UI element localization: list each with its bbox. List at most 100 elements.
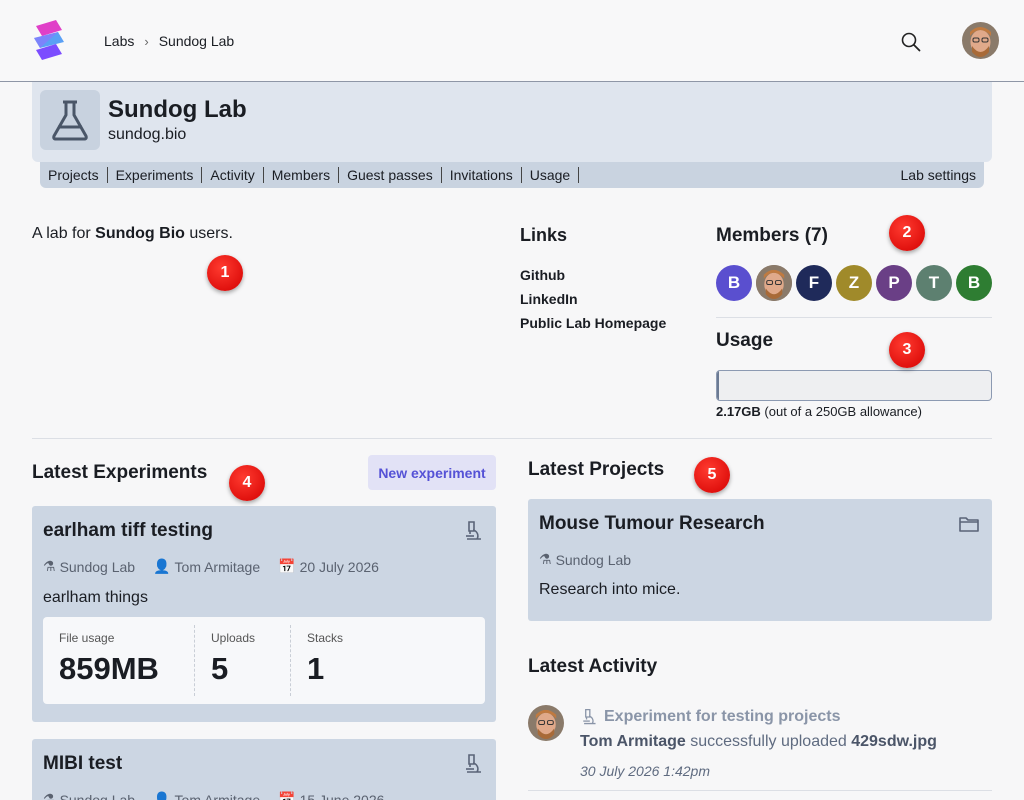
description-suffix: users.: [184, 225, 233, 242]
activity-experiment-name[interactable]: Experiment for testing projects: [604, 708, 841, 726]
microscope-icon: [583, 708, 596, 725]
experiment-date: 20 July 2026: [299, 558, 379, 575]
usage-used: 2.17GB: [716, 404, 761, 419]
annotation-marker-4: 4: [229, 465, 265, 501]
lab-settings-link[interactable]: Lab settings: [901, 167, 985, 183]
tab-members[interactable]: Members: [264, 167, 340, 183]
usage-allowance: (out of a 250GB allowance): [760, 404, 922, 419]
experiment-lab: Sundog Lab: [59, 558, 136, 575]
link-homepage[interactable]: Public Lab Homepage: [520, 314, 666, 338]
members-heading: Members (7): [716, 225, 828, 246]
experiment-meta: ⚗ Sundog Lab 👤 Tom Armitage 📅 15 June 2026: [43, 791, 384, 800]
description-prefix: A lab for: [32, 225, 96, 242]
project-description: Research into mice.: [539, 581, 681, 598]
experiment-description: earlham things: [43, 589, 148, 606]
member-avatar[interactable]: F: [796, 265, 832, 301]
tab-guest-passes[interactable]: Guest passes: [339, 167, 442, 183]
experiment-stats: File usage 859MB Uploads 5 Stacks 1: [43, 617, 485, 704]
annotation-marker-1: 1: [207, 255, 243, 291]
divider: [716, 317, 992, 318]
experiment-owner: Tom Armitage: [174, 791, 261, 800]
annotation-marker-3: 3: [889, 332, 925, 368]
lab-name: Sundog Lab: [108, 96, 247, 123]
stat-value: 5: [211, 651, 229, 686]
experiment-title[interactable]: MIBI test: [43, 753, 122, 775]
lab-domain: sundog.bio: [108, 126, 187, 143]
flask-icon: ⚗: [539, 551, 552, 567]
project-card[interactable]: Mouse Tumour Research ⚗ Sundog Lab Resear…: [528, 499, 992, 621]
lab-nav: Projects Experiments Activity Members Gu…: [40, 162, 984, 188]
stat-label: Stacks: [307, 631, 344, 645]
activity-experiment-link[interactable]: Experiment for testing projects: [580, 708, 841, 726]
usage-heading: Usage: [716, 330, 774, 351]
tab-projects[interactable]: Projects: [40, 167, 108, 183]
link-linkedin[interactable]: LinkedIn: [520, 290, 666, 314]
activity-file[interactable]: 429sdw.jpg: [851, 733, 937, 750]
breadcrumb: Labs › Sundog Lab: [104, 33, 234, 49]
activity-heading: Latest Activity: [528, 656, 658, 677]
project-lab: Sundog Lab: [555, 551, 632, 568]
experiment-title[interactable]: earlham tiff testing: [43, 520, 213, 542]
experiment-lab: Sundog Lab: [59, 791, 136, 800]
stat-label: File usage: [59, 631, 115, 645]
stat-file-usage: File usage 859MB: [43, 625, 195, 696]
member-avatar[interactable]: B: [956, 265, 992, 301]
projects-heading: Latest Projects: [528, 459, 665, 480]
search-icon[interactable]: [900, 31, 922, 53]
stat-stacks: Stacks 1: [291, 625, 411, 696]
stat-value: 859MB: [59, 651, 159, 686]
activity-user[interactable]: Tom Armitage: [580, 733, 686, 750]
members-avatars: BFZPTB: [716, 265, 996, 301]
member-avatar[interactable]: P: [876, 265, 912, 301]
user-icon: 👤: [153, 558, 171, 574]
links-list: Github LinkedIn Public Lab Homepage: [520, 266, 666, 338]
member-avatar[interactable]: B: [716, 265, 752, 301]
breadcrumb-current[interactable]: Sundog Lab: [159, 33, 235, 49]
flask-icon: ⚗: [43, 558, 56, 574]
top-bar: Labs › Sundog Lab: [0, 0, 1024, 82]
tab-activity[interactable]: Activity: [202, 167, 264, 183]
member-avatar[interactable]: [756, 265, 792, 301]
microscope-icon: [466, 754, 481, 773]
flask-icon: ⚗: [43, 791, 56, 800]
stat-uploads: Uploads 5: [195, 625, 291, 696]
activity-text: Tom Armitage successfully uploaded 429sd…: [580, 733, 937, 751]
new-experiment-button[interactable]: New experiment: [368, 455, 496, 490]
divider: [32, 438, 992, 439]
member-avatar[interactable]: Z: [836, 265, 872, 301]
experiment-card[interactable]: earlham tiff testing ⚗ Sundog Lab 👤 Tom Ar…: [32, 506, 496, 722]
app-logo-icon[interactable]: [32, 18, 66, 64]
usage-bar-fill: [717, 371, 720, 400]
breadcrumb-labs-link[interactable]: Labs: [104, 33, 134, 49]
lab-description: A lab for Sundog Bio users.: [32, 225, 233, 243]
member-avatar[interactable]: T: [916, 265, 952, 301]
tab-usage[interactable]: Usage: [522, 167, 580, 183]
annotation-marker-5: 5: [694, 457, 730, 493]
project-title[interactable]: Mouse Tumour Research: [539, 513, 765, 535]
experiment-meta: ⚗ Sundog Lab 👤 Tom Armitage 📅 20 July 2026: [43, 558, 379, 575]
usage-bar: [716, 370, 992, 401]
experiment-owner: Tom Armitage: [174, 558, 261, 575]
folder-icon: [959, 517, 979, 532]
chevron-right-icon: ›: [144, 33, 149, 49]
calendar-icon: 📅: [278, 558, 296, 574]
activity-user-avatar[interactable]: [528, 705, 564, 741]
experiments-heading: Latest Experiments: [32, 462, 208, 483]
project-meta: ⚗ Sundog Lab: [539, 551, 631, 568]
activity-action: successfully uploaded: [685, 733, 852, 750]
user-icon: 👤: [153, 791, 171, 800]
description-bold: Sundog Bio: [95, 225, 185, 242]
experiment-date: 15 June 2026: [299, 791, 385, 800]
usage-text: 2.17GB (out of a 250GB allowance): [716, 404, 922, 419]
experiment-card[interactable]: MIBI test ⚗ Sundog Lab 👤 Tom Armitage 📅 15 …: [32, 739, 496, 800]
tab-invitations[interactable]: Invitations: [442, 167, 522, 183]
stat-label: Uploads: [211, 631, 256, 645]
lab-flask-icon: [40, 90, 100, 150]
links-heading: Links: [520, 225, 568, 245]
microscope-icon: [466, 521, 481, 540]
annotation-marker-2: 2: [889, 215, 925, 251]
user-avatar[interactable]: [962, 22, 999, 59]
link-github[interactable]: Github: [520, 266, 666, 290]
tab-experiments[interactable]: Experiments: [108, 167, 203, 183]
stat-value: 1: [307, 651, 325, 686]
